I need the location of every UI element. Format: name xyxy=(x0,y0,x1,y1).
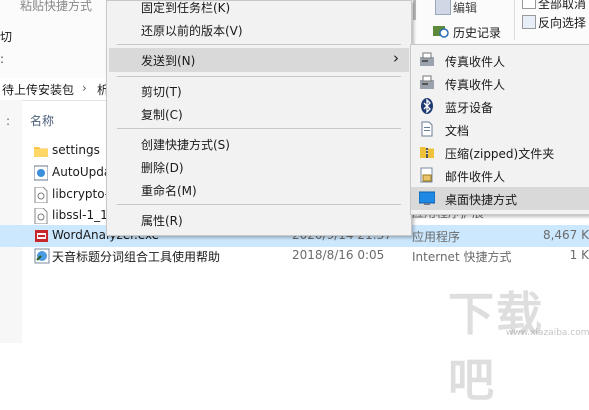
menu-item-delete[interactable]: 删除(D) xyxy=(141,159,184,176)
mail-icon xyxy=(419,167,435,183)
ribbon-history[interactable]: 历史记录 xyxy=(453,24,501,41)
zip-folder-icon xyxy=(419,144,435,160)
file-type: 应用程序 xyxy=(412,230,461,244)
exe-icon xyxy=(34,228,48,244)
menu-item-label: 邮件收件人 xyxy=(445,170,506,184)
desktop-icon xyxy=(418,190,436,206)
ribbon-divider xyxy=(413,0,416,20)
send-to-desktop-shortcut[interactable]: 桌面快捷方式 xyxy=(411,187,589,210)
ribbon-paste-shortcut[interactable]: 粘贴快捷方式 xyxy=(20,0,92,14)
menu-item-cut[interactable]: 剪切(T) xyxy=(141,83,182,100)
menu-item-label: 传真收件人 xyxy=(445,55,506,69)
menu-item-label: 发送到(N) xyxy=(141,54,196,68)
menu-separator xyxy=(117,128,401,129)
menu-separator xyxy=(117,204,401,205)
file-name: libcrypto- xyxy=(52,187,110,201)
menu-item-copy[interactable]: 复制(C) xyxy=(141,106,183,123)
breadcrumb[interactable]: 待上传安装包 xyxy=(2,81,74,98)
menu-item-create-shortcut[interactable]: 创建快捷方式(S) xyxy=(141,136,230,153)
select-none-icon xyxy=(522,0,536,9)
dll-icon xyxy=(34,186,48,204)
send-to-bluetooth[interactable]: 蓝牙设备 xyxy=(411,95,589,118)
fax-icon xyxy=(419,52,435,68)
ribbon-fragment: : xyxy=(0,52,5,66)
menu-item-send-to[interactable]: 发送到(N) › xyxy=(109,48,409,72)
folder-icon xyxy=(34,143,48,159)
internet-shortcut-icon xyxy=(34,248,50,264)
app-icon xyxy=(33,165,49,181)
invert-selection-icon xyxy=(522,15,536,29)
send-to-zip-folder[interactable]: 压缩(zipped)文件夹 xyxy=(411,141,589,164)
breadcrumb-separator: › xyxy=(82,81,87,95)
ribbon-divider-2 xyxy=(514,0,515,40)
nav-fragment: : xyxy=(6,114,11,128)
menu-item-label: 蓝牙设备 xyxy=(445,101,494,115)
edit-icon xyxy=(435,0,451,15)
send-to-fax-recipient[interactable]: 传真收件人 xyxy=(411,49,589,72)
watermark-url: www.xiazaiba.com xyxy=(506,328,589,338)
documents-icon xyxy=(419,121,435,137)
file-row[interactable]: 天音标题分词组合工具使用帮助 2018/8/16 0:05 Internet 快… xyxy=(0,245,589,267)
file-size: 8,467 K xyxy=(542,228,589,242)
send-to-mail-recipient[interactable]: 邮件收件人 xyxy=(411,164,589,187)
file-date: 2018/8/16 0:05 xyxy=(292,248,385,262)
menu-separator xyxy=(117,44,401,45)
menu-item-restore-versions[interactable]: 还原以前的版本(V) xyxy=(141,22,243,39)
menu-item-pin-taskbar[interactable]: 固定到任务栏(K) xyxy=(141,0,230,16)
menu-item-label: 传真收件人 xyxy=(445,78,506,92)
send-to-fax-recipient[interactable]: 传真收件人 xyxy=(411,72,589,95)
ribbon-invert-selection[interactable]: 反向选择 xyxy=(538,14,586,31)
file-name: AutoUpda xyxy=(52,165,112,179)
column-header-name[interactable]: 名称 xyxy=(30,112,54,129)
ribbon-edit[interactable]: 编辑 xyxy=(453,0,477,16)
menu-item-properties[interactable]: 属性(R) xyxy=(141,212,183,229)
send-to-submenu: 传真收件人 传真收件人 蓝牙设备 文档 压缩(zipped)文件夹 邮件收件人 xyxy=(410,44,589,215)
file-name: libssl-1_1 xyxy=(52,208,108,222)
menu-item-label: 压缩(zipped)文件夹 xyxy=(445,147,555,161)
bluetooth-icon xyxy=(419,98,435,114)
dll-icon xyxy=(34,207,48,225)
menu-separator xyxy=(117,76,401,77)
context-menu: 固定到任务栏(K) 还原以前的版本(V) 发送到(N) › 剪切(T) 复制(C… xyxy=(106,0,412,236)
file-name: 天音标题分词组合工具使用帮助 xyxy=(52,250,221,264)
ribbon-select-none[interactable]: 全部取消 xyxy=(538,0,586,12)
file-name: settings xyxy=(52,143,100,157)
fax-icon xyxy=(419,75,435,91)
menu-item-label: 桌面快捷方式 xyxy=(445,193,518,207)
chevron-right-icon: › xyxy=(393,49,399,67)
send-to-documents[interactable]: 文档 xyxy=(411,118,589,141)
menu-item-rename[interactable]: 重命名(M) xyxy=(141,182,197,199)
file-type: Internet 快捷方式 xyxy=(412,250,512,264)
watermark-logo: 下载吧 xyxy=(448,287,544,407)
file-size: 1 K xyxy=(569,248,589,262)
history-icon xyxy=(433,24,449,38)
menu-item-label: 文档 xyxy=(445,124,470,138)
ribbon-cut-partial[interactable]: 切 xyxy=(0,28,12,45)
